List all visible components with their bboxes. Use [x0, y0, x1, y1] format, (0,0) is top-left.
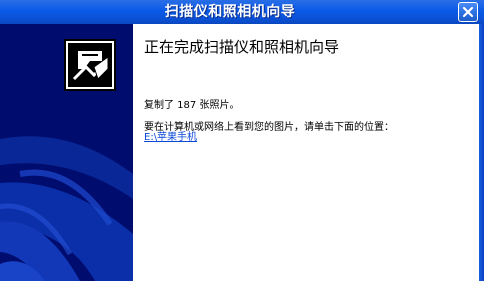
wizard-content: 正在完成扫描仪和照相机向导 复制了 187 张照片。 要在计算机或网络上看到您的… — [133, 24, 479, 281]
title-bar[interactable]: 扫描仪和照相机向导 — [0, 0, 484, 24]
scanner-camera-wizard-icon — [64, 39, 116, 91]
copied-count-text: 复制了 187 张照片。 — [144, 100, 240, 111]
window-title: 扫描仪和照相机向导 — [164, 4, 296, 20]
completion-heading: 正在完成扫描仪和照相机向导 — [144, 38, 340, 56]
window-frame-right — [479, 24, 484, 281]
wizard-banner — [0, 24, 133, 281]
close-button[interactable] — [458, 2, 478, 22]
photo-location-link[interactable]: E:\苹果手机 — [144, 131, 197, 145]
close-icon — [462, 6, 474, 18]
wizard-window: 扫描仪和照相机向导 正在完成扫描仪和照相机向导 复制了 187 张照片。 要在计… — [0, 0, 484, 281]
